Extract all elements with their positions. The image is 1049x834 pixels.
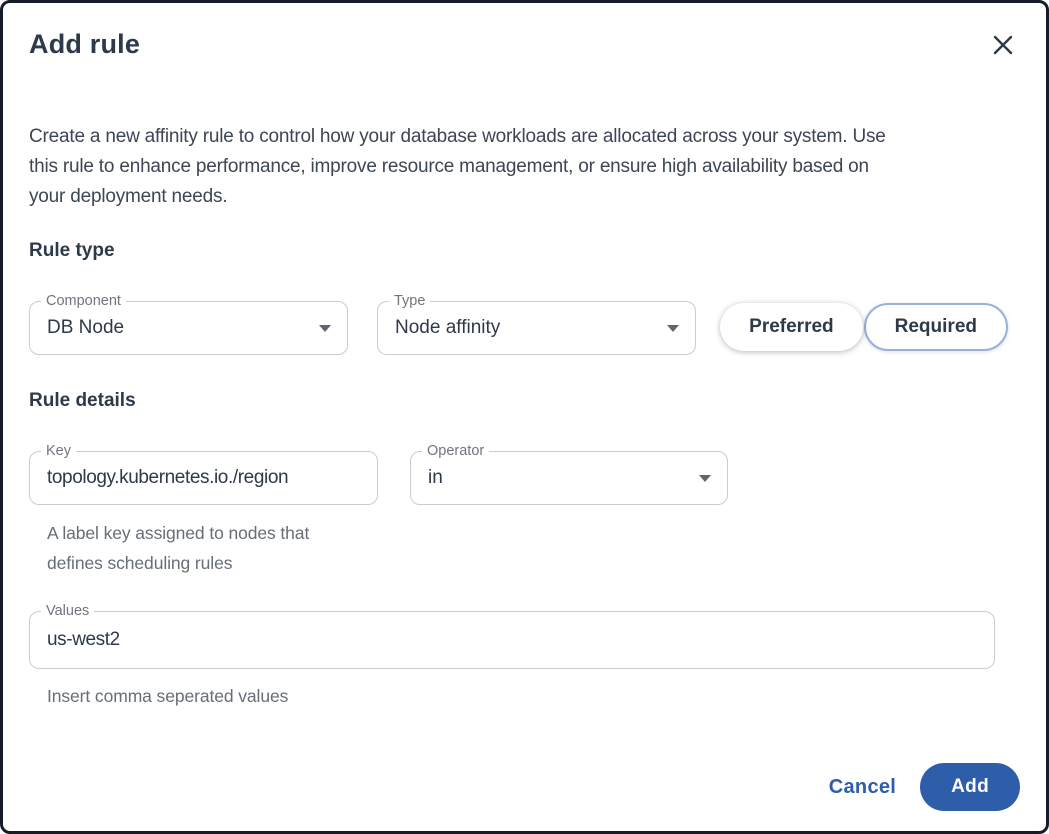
component-select[interactable]: Component DB Node [29, 293, 348, 355]
required-toggle-button[interactable]: Required [863, 303, 1008, 351]
dialog-footer: Cancel Add [29, 763, 1020, 811]
key-field-wrapper: Key [29, 443, 378, 505]
component-select-value: DB Node [47, 317, 125, 338]
operator-select-value: in [428, 467, 443, 488]
type-select-value: Node affinity [395, 317, 501, 338]
rule-type-heading: Rule type [29, 240, 115, 261]
values-field-wrapper: Values [29, 603, 995, 669]
add-button[interactable]: Add [920, 763, 1020, 811]
rule-details-row: Key A label key assigned to nodes that d… [29, 443, 1020, 578]
operator-select-label: Operator [422, 443, 490, 460]
type-select[interactable]: Type Node affinity [377, 293, 696, 355]
close-button[interactable] [988, 31, 1018, 61]
operator-select[interactable]: Operator in [410, 443, 728, 505]
cancel-button[interactable]: Cancel [829, 776, 896, 799]
mode-toggle-group: Preferred Required [720, 303, 1008, 351]
component-select-label: Component [41, 293, 126, 310]
values-helper-text: Insert comma seperated values [47, 686, 289, 706]
key-input[interactable] [47, 467, 365, 489]
rule-type-row: Component DB Node Type Node affinity Pre… [29, 293, 1020, 355]
key-column: Key A label key assigned to nodes that d… [29, 443, 378, 578]
key-field-label: Key [41, 443, 76, 460]
chevron-down-icon [319, 325, 331, 332]
add-rule-dialog: Add rule Create a new affinity rule to c… [0, 0, 1049, 834]
preferred-toggle-button[interactable]: Preferred [720, 303, 863, 351]
values-input[interactable] [47, 629, 982, 651]
chevron-down-icon [699, 475, 711, 482]
dialog-title: Add rule [29, 29, 141, 59]
key-helper-text: A label key assigned to nodes that defin… [47, 523, 310, 573]
values-field-label: Values [41, 603, 95, 620]
type-select-label: Type [389, 293, 431, 310]
rule-details-heading: Rule details [29, 390, 136, 411]
dialog-description: Create a new affinity rule to control ho… [29, 126, 886, 207]
dialog-header: Add rule [29, 29, 1020, 60]
close-icon [991, 33, 1015, 60]
chevron-down-icon [667, 325, 679, 332]
